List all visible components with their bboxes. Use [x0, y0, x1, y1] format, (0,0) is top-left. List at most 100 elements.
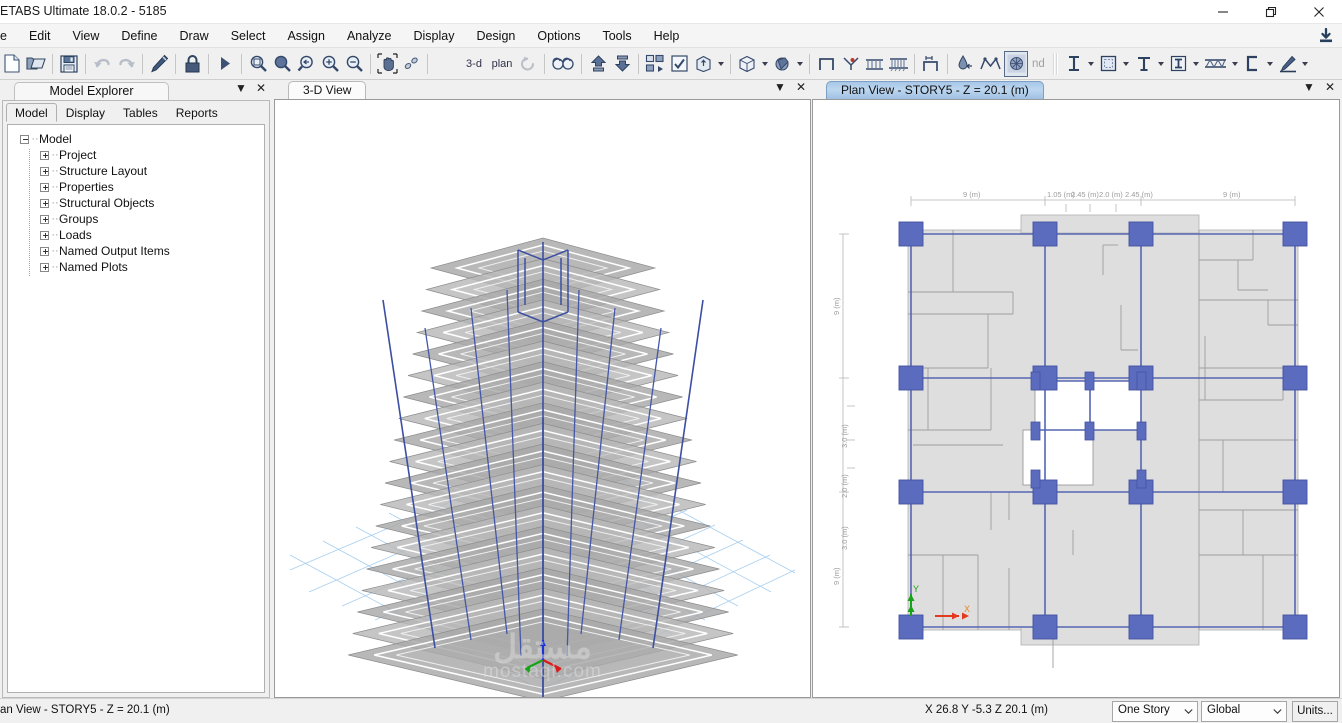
draw-wall-icon[interactable] [886, 51, 910, 77]
explorer-tab-tables[interactable]: Tables [114, 103, 167, 122]
explorer-tab-display[interactable]: Display [57, 103, 114, 122]
draw-beam-icon[interactable] [1062, 51, 1086, 77]
menu-help[interactable]: Help [643, 26, 691, 47]
shaded-object-icon[interactable] [770, 51, 794, 77]
tree-expander-icon[interactable] [40, 246, 49, 256]
3d-view-collapse-icon[interactable]: ▼ [774, 80, 786, 94]
open-file-icon[interactable] [24, 51, 48, 77]
save-icon[interactable] [57, 51, 81, 77]
extrude-view-icon[interactable] [691, 51, 715, 77]
assign-frame-release-icon[interactable] [976, 51, 1004, 77]
tree-node-named-plots[interactable]: ·· Named Plots [8, 259, 264, 275]
object-shrink-icon[interactable] [735, 51, 759, 77]
menu-file[interactable]: e [0, 26, 18, 47]
tree-expander-icon[interactable] [40, 230, 49, 240]
plan-view-collapse-icon[interactable]: ▼ [1303, 80, 1315, 94]
3d-view-canvas[interactable]: مستقل mostaql.com [274, 99, 811, 698]
extrude-dropdown-arrow[interactable] [715, 51, 726, 77]
edit-pencil-icon[interactable] [147, 51, 171, 77]
model-explorer-title[interactable]: Model Explorer [14, 82, 169, 101]
tree-node-loads[interactable]: ·· Loads [8, 227, 264, 243]
menu-define[interactable]: Define [110, 26, 168, 47]
move-up-story-icon[interactable] [586, 51, 610, 77]
tree-expander-icon[interactable] [40, 166, 49, 176]
units-button[interactable]: Units... [1292, 701, 1338, 722]
close-button[interactable] [1296, 0, 1342, 24]
tree-node-groups[interactable]: ·· Groups [8, 211, 264, 227]
rubber-band-zoom-icon[interactable] [246, 51, 270, 77]
select-objects-icon[interactable] [643, 51, 667, 77]
zoom-previous-icon[interactable] [270, 51, 294, 77]
3d-view-icon[interactable] [432, 51, 460, 77]
pan-hand-icon[interactable] [375, 51, 399, 77]
plan-view-icon[interactable]: 3-d [460, 51, 488, 77]
menu-design[interactable]: Design [465, 26, 526, 47]
restore-button[interactable] [1248, 0, 1294, 24]
menu-analyze[interactable]: Analyze [336, 26, 402, 47]
draw-column-section-dropdown-arrow[interactable] [1191, 51, 1202, 77]
tree-node-structure-layout[interactable]: ·· Structure Layout [8, 163, 264, 179]
tab-plan-view[interactable]: Plan View - STORY5 - Z = 20.1 (m) [826, 81, 1044, 99]
explorer-close-icon[interactable]: ✕ [256, 81, 266, 95]
download-icon[interactable] [1316, 26, 1336, 46]
new-model-icon[interactable] [0, 51, 24, 77]
draw-slab-area-dropdown-arrow[interactable] [1121, 51, 1132, 77]
tree-node-model[interactable]: ·· Model [8, 131, 264, 147]
lock-model-icon[interactable] [180, 51, 204, 77]
toolbar-grip[interactable] [1051, 52, 1059, 75]
draw-channel-section-dropdown-arrow[interactable] [1265, 51, 1276, 77]
elevation-view-icon[interactable]: plаn [488, 51, 516, 77]
tree-expander-icon[interactable] [20, 134, 29, 144]
menu-display[interactable]: Display [402, 26, 465, 47]
draw-tee-section-dropdown-arrow[interactable] [1156, 51, 1167, 77]
zoom-full-icon[interactable] [294, 51, 318, 77]
assign-joint-restraint-icon[interactable] [952, 51, 976, 77]
perspective-toggle-icon[interactable] [549, 51, 577, 77]
draw-joint-icon[interactable] [838, 51, 862, 77]
undo-icon[interactable] [90, 51, 114, 77]
set-default-view-icon[interactable] [399, 51, 423, 77]
object-shrink-dropdown-arrow[interactable] [759, 51, 770, 77]
tree-expander-icon[interactable] [40, 214, 49, 224]
tree-node-structural-objects[interactable]: ·· Structural Objects [8, 195, 264, 211]
menu-select[interactable]: Select [220, 26, 277, 47]
move-down-story-icon[interactable] [610, 51, 634, 77]
tree-expander-icon[interactable] [40, 198, 49, 208]
menu-tools[interactable]: Tools [591, 26, 642, 47]
coordinate-system-select[interactable]: Global [1201, 701, 1287, 722]
redo-icon[interactable] [114, 51, 138, 77]
zoom-in-icon[interactable] [318, 51, 342, 77]
menu-options[interactable]: Options [526, 26, 591, 47]
plan-view-close-icon[interactable]: ✕ [1325, 80, 1335, 94]
draw-channel-section-icon[interactable] [1241, 51, 1265, 77]
run-analysis-icon[interactable] [213, 51, 237, 77]
shaded-object-dropdown-arrow[interactable] [794, 51, 805, 77]
tree-node-project[interactable]: ·· Project [8, 147, 264, 163]
draw-section-cut-icon[interactable] [919, 51, 943, 77]
draw-floor-icon[interactable] [862, 51, 886, 77]
draw-brace-icon[interactable] [1202, 51, 1230, 77]
minimize-button[interactable] [1200, 0, 1246, 24]
story-select[interactable]: One Story [1112, 701, 1198, 722]
tree-node-properties[interactable]: ·· Properties [8, 179, 264, 195]
draw-tee-section-icon[interactable] [1132, 51, 1156, 77]
draw-slab-area-icon[interactable] [1097, 51, 1121, 77]
zoom-out-icon[interactable] [342, 51, 366, 77]
menu-view[interactable]: View [62, 26, 111, 47]
draw-reference-line-dropdown-arrow[interactable] [1300, 51, 1311, 77]
draw-column-section-icon[interactable] [1167, 51, 1191, 77]
tree-expander-icon[interactable] [40, 182, 49, 192]
set-display-options-icon[interactable] [667, 51, 691, 77]
tree-expander-icon[interactable] [40, 150, 49, 160]
3d-view-close-icon[interactable]: ✕ [796, 80, 806, 94]
tree-node-named-output-items[interactable]: ·· Named Output Items [8, 243, 264, 259]
mesh-display-icon[interactable] [1004, 50, 1028, 77]
explorer-tab-reports[interactable]: Reports [167, 103, 227, 122]
draw-frame-icon[interactable] [814, 51, 838, 77]
draw-brace-dropdown-arrow[interactable] [1230, 51, 1241, 77]
draw-reference-line-icon[interactable] [1276, 51, 1300, 77]
menu-draw[interactable]: Draw [169, 26, 220, 47]
rotate-view-icon[interactable] [516, 51, 540, 77]
menu-edit[interactable]: Edit [18, 26, 62, 47]
plan-view-canvas[interactable]: 9 (m) 1.05 (m) 2.45 (m) 2.0 (m) 2.45 (m)… [812, 99, 1340, 698]
